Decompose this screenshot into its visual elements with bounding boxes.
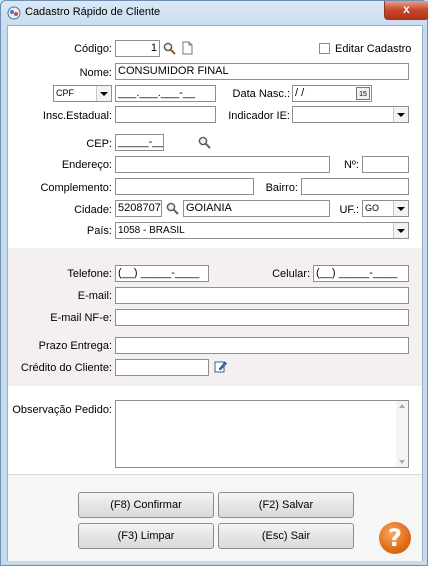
observacao-label: Observação Pedido: — [12, 404, 112, 416]
nome-label: Nome: — [79, 67, 112, 79]
data-nasc-value: / / — [295, 87, 305, 99]
new-document-icon[interactable] — [182, 41, 193, 55]
codigo-input[interactable]: 1 — [115, 40, 160, 57]
window-title: Cadastro Rápido de Cliente — [25, 6, 161, 18]
contact-panel: Telefone: (__) _____-____ Celular: (__) … — [8, 248, 422, 386]
observacao-textarea[interactable] — [115, 400, 409, 468]
cpf-input[interactable]: ___.___.___-__ — [115, 85, 216, 102]
prazo-entrega-input[interactable] — [115, 337, 409, 354]
search-icon[interactable] — [166, 202, 179, 215]
search-icon[interactable] — [163, 42, 176, 55]
cidade-codigo-input[interactable]: 5208707 — [115, 200, 162, 217]
chevron-down-icon — [393, 107, 408, 122]
telefone-input[interactable]: (__) _____-____ — [115, 265, 209, 282]
confirmar-button[interactable]: (F8) Confirmar — [78, 492, 214, 518]
textarea-scrollbar[interactable] — [396, 401, 408, 467]
nome-input[interactable]: CONSUMIDOR FINAL — [115, 63, 409, 80]
dialog-window: Cadastro Rápido de Cliente x Código: 1 E… — [0, 0, 428, 566]
endereco-label: Endereço: — [61, 159, 112, 171]
credito-input[interactable] — [115, 359, 209, 376]
pais-select[interactable]: 1058 - BRASIL — [115, 222, 409, 239]
complemento-input[interactable] — [115, 178, 254, 195]
uf-value: GO — [365, 203, 380, 213]
cep-input[interactable]: _____-___ — [115, 134, 164, 151]
bairro-label: Bairro: — [265, 182, 298, 194]
doc-type-select[interactable]: CPF — [53, 85, 112, 102]
numero-input[interactable] — [362, 156, 409, 173]
data-nasc-input[interactable]: / / 15 — [292, 85, 372, 102]
observacao-panel: Observação Pedido: — [8, 386, 422, 474]
cep-label: CEP: — [86, 138, 112, 150]
chevron-down-icon — [393, 223, 408, 238]
uf-select[interactable]: GO — [362, 200, 409, 217]
cidade-nome-input[interactable]: GOIANIA — [183, 200, 330, 217]
complemento-label: Complemento: — [40, 182, 112, 194]
form-body: Código: 1 Editar Cadastro Nome: CONSUMID… — [7, 25, 423, 561]
telefone-label: Telefone: — [67, 268, 112, 280]
edit-icon[interactable] — [214, 360, 227, 373]
codigo-label: Código: — [74, 43, 112, 55]
pais-value: 1058 - BRASIL — [118, 225, 185, 236]
identification-panel: Código: 1 Editar Cadastro Nome: CONSUMID… — [8, 26, 422, 248]
endereco-input[interactable] — [115, 156, 330, 173]
indicador-ie-select[interactable] — [292, 106, 409, 123]
pais-label: País: — [86, 225, 112, 237]
salvar-button[interactable]: (F2) Salvar — [218, 492, 354, 518]
help-icon[interactable]: ? — [379, 522, 411, 554]
title-bar[interactable]: Cadastro Rápido de Cliente x — [1, 1, 428, 25]
chevron-down-icon — [393, 201, 408, 216]
editar-cadastro-checkbox[interactable] — [319, 43, 330, 54]
data-nasc-label: Data Nasc.: — [232, 88, 290, 100]
cidade-label: Cidade: — [74, 204, 112, 216]
insc-estadual-label: Insc.Estadual: — [42, 110, 112, 122]
email-label: E-mail: — [77, 290, 112, 302]
email-nfe-label: E-mail NF-e: — [50, 312, 112, 324]
search-icon[interactable] — [198, 136, 211, 149]
credito-label: Crédito do Cliente: — [20, 362, 112, 374]
email-nfe-input[interactable] — [115, 309, 409, 326]
limpar-button[interactable]: (F3) Limpar — [78, 523, 214, 549]
email-input[interactable] — [115, 287, 409, 304]
numero-label: Nº: — [343, 159, 359, 171]
chevron-down-icon — [96, 86, 111, 101]
bairro-input[interactable] — [301, 178, 409, 195]
prazo-entrega-label: Prazo Entrega: — [38, 340, 112, 352]
app-icon — [7, 6, 21, 20]
calendar-icon[interactable]: 15 — [356, 87, 370, 100]
celular-input[interactable]: (__) _____-____ — [313, 265, 409, 282]
insc-estadual-input[interactable] — [115, 106, 216, 123]
editar-cadastro-label: Editar Cadastro — [335, 43, 412, 55]
doc-type-value: CPF — [56, 88, 74, 98]
action-panel: (F8) Confirmar (F2) Salvar (F3) Limpar (… — [8, 474, 422, 561]
sair-button[interactable]: (Esc) Sair — [218, 523, 354, 549]
indicador-ie-label: Indicador IE: — [228, 110, 290, 122]
celular-label: Celular: — [272, 268, 310, 280]
close-button[interactable]: x — [384, 1, 428, 20]
uf-label: UF.: — [339, 204, 359, 216]
